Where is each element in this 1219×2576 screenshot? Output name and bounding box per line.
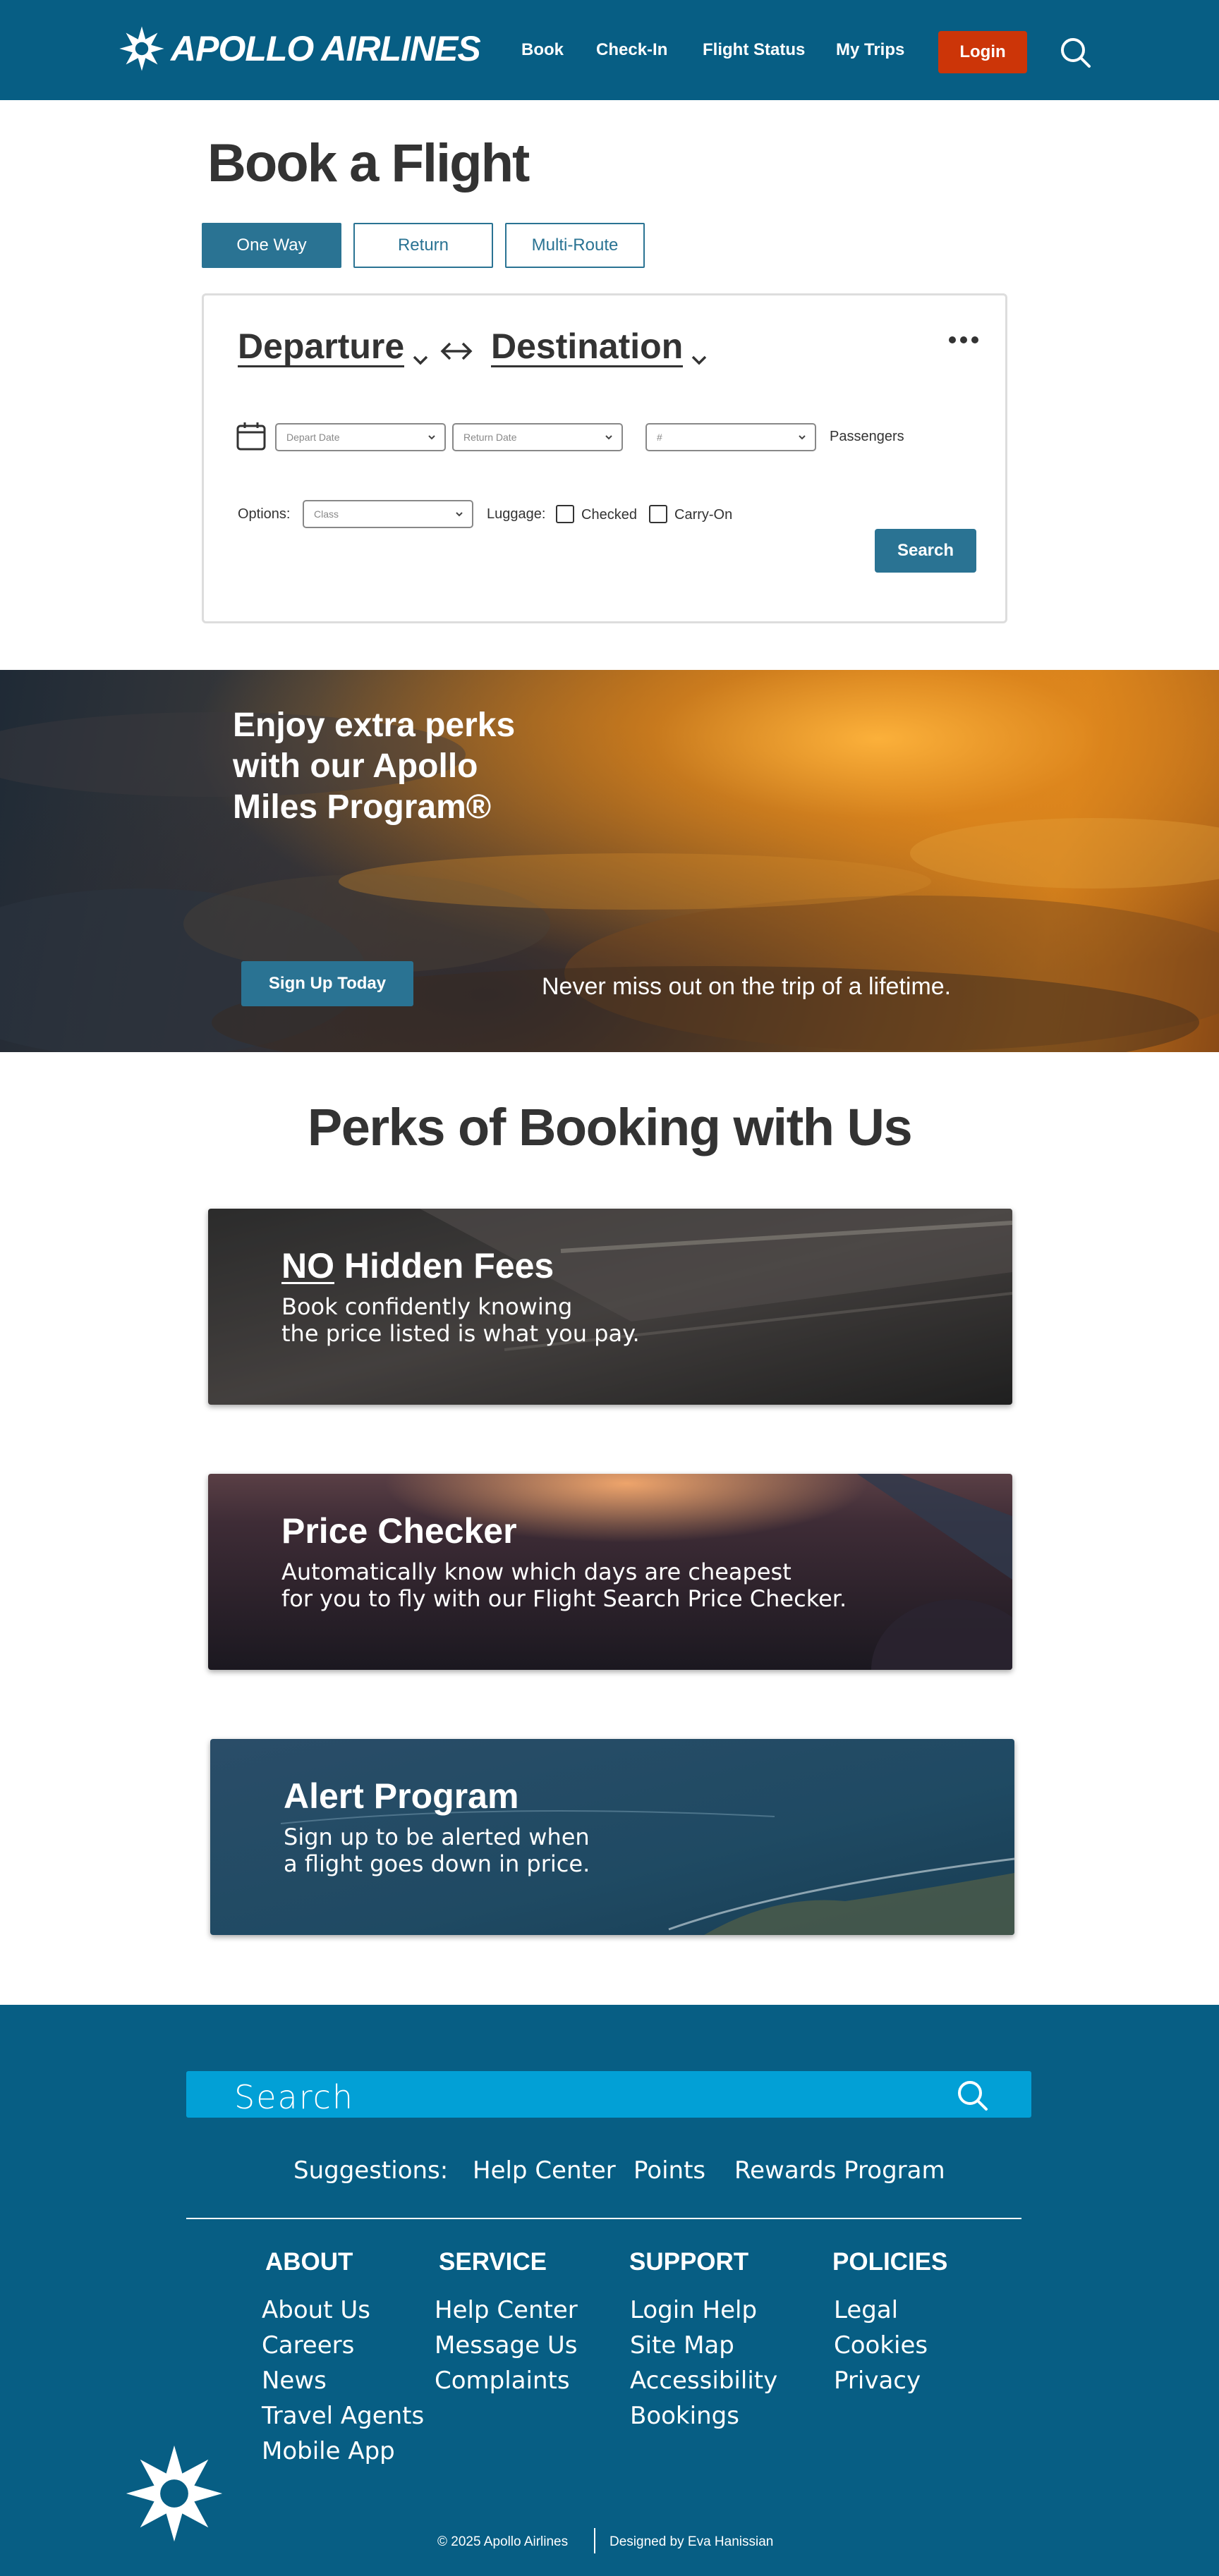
passengers-label: Passengers [830, 429, 904, 444]
copyright-text: © 2025 Apollo Airlines [437, 2534, 569, 2549]
perk-title-emphasis: NO [281, 1246, 334, 1286]
depart-date-select[interactable]: Depart Date [275, 423, 446, 451]
chevron-down-icon [428, 435, 435, 440]
site-header: APOLLO AIRLINES Book Check-In Flight Sta… [0, 0, 1219, 100]
footer-link[interactable]: Complaints [435, 2367, 570, 2395]
destination-select[interactable]: Destination [491, 329, 708, 367]
perk-title: Alert Program [284, 1776, 519, 1816]
brand-name: APOLLO AIRLINES [171, 29, 481, 68]
departure-select[interactable]: Departure [238, 329, 430, 367]
nav-flight-status[interactable]: Flight Status [703, 40, 805, 60]
perk-card-alert-program[interactable]: Alert Program Sign up to be alerted when… [210, 1739, 1014, 1935]
footer-link[interactable]: Mobile App [262, 2437, 395, 2465]
perk-desc-line: the price listed is what you pay. [281, 1320, 640, 1347]
footer-link[interactable]: Privacy [834, 2367, 921, 2395]
miles-program-banner: Enjoy extra perks with our Apollo Miles … [0, 670, 1219, 1052]
perks-section-title: Perks of Booking with Us [307, 1098, 913, 1156]
designer-credit: Designed by Eva Hanissian [610, 2534, 774, 2549]
login-button[interactable]: Login [938, 31, 1027, 73]
footer-col-about-title: ABOUT [265, 2248, 353, 2276]
calendar-icon [236, 422, 266, 451]
nav-book[interactable]: Book [521, 40, 564, 60]
class-placeholder: Class [314, 508, 339, 520]
footer-link[interactable]: About Us [262, 2296, 370, 2324]
sun-star-icon [119, 26, 164, 71]
footer-link[interactable]: Travel Agents [262, 2402, 424, 2430]
class-select[interactable]: Class [303, 500, 473, 528]
nav-check-in[interactable]: Check-In [596, 40, 667, 60]
swap-arrows-icon[interactable] [439, 337, 474, 365]
search-icon[interactable] [1058, 35, 1092, 69]
promo-title: Enjoy extra perks with our Apollo Miles … [233, 707, 516, 826]
footer-col-policies-title: POLICIES [832, 2248, 948, 2276]
footer-link[interactable]: Site Map [630, 2331, 734, 2360]
perk-description: Sign up to be alerted when a flight goes… [284, 1824, 590, 1877]
passengers-placeholder: # [657, 432, 662, 443]
options-label: Options: [238, 506, 291, 522]
footer-credit-divider [594, 2528, 595, 2553]
footer-link[interactable]: Help Center [435, 2296, 578, 2324]
search-flights-button[interactable]: Search [875, 529, 976, 573]
perk-description: Automatically know which days are cheape… [281, 1558, 847, 1612]
checked-luggage-label: Checked [581, 507, 637, 523]
carry-on-checkbox[interactable] [649, 505, 667, 523]
passengers-select[interactable]: # [645, 423, 816, 451]
return-date-select[interactable]: Return Date [452, 423, 623, 451]
footer-link[interactable]: Careers [262, 2331, 354, 2360]
perk-card-hidden-fees[interactable]: NO Hidden Fees Book confidently knowing … [208, 1209, 1012, 1405]
perk-title-text: Hidden Fees [344, 1246, 554, 1286]
footer-link[interactable]: Login Help [630, 2296, 757, 2324]
sign-up-button[interactable]: Sign Up Today [241, 961, 413, 1006]
page-title: Book a Flight [207, 133, 530, 193]
sun-star-icon [126, 2445, 223, 2542]
footer-link[interactable]: Cookies [834, 2331, 928, 2360]
chevron-down-icon [456, 512, 463, 517]
footer-link[interactable]: Legal [834, 2296, 898, 2324]
more-options-icon[interactable] [948, 333, 979, 347]
perk-desc-line: Sign up to be alerted when [284, 1824, 590, 1850]
chevron-down-icon [413, 355, 428, 365]
chevron-down-icon [799, 435, 806, 440]
footer-link[interactable]: Accessibility [630, 2367, 777, 2395]
footer-search-placeholder: Search [234, 2078, 355, 2116]
tab-multi-route[interactable]: Multi-Route [505, 223, 645, 268]
perk-title: Price Checker [281, 1511, 517, 1551]
promo-tagline: Never miss out on the trip of a lifetime… [542, 973, 952, 1000]
footer-col-support-title: SUPPORT [629, 2248, 749, 2276]
footer-search-input[interactable]: Search [186, 2071, 1031, 2118]
search-icon[interactable] [955, 2078, 989, 2112]
site-footer: Search Suggestions: Help Center Points R… [0, 2005, 1219, 2576]
footer-col-service-title: SERVICE [439, 2248, 547, 2276]
carry-on-label: Carry-On [674, 507, 733, 523]
footer-link[interactable]: Message Us [435, 2331, 577, 2360]
suggestion-points[interactable]: Points [633, 2156, 705, 2185]
depart-date-placeholder: Depart Date [286, 432, 340, 443]
suggestion-rewards-program[interactable]: Rewards Program [734, 2156, 945, 2185]
destination-label: Destination [491, 326, 684, 367]
chevron-down-icon [605, 435, 612, 440]
perk-desc-line: a flight goes down in price. [284, 1850, 590, 1877]
perk-description: Book confidently knowing the price liste… [281, 1293, 640, 1347]
luggage-label: Luggage: [487, 506, 546, 522]
perk-desc-line: Book confidently knowing [281, 1293, 573, 1320]
brand-logo[interactable]: APOLLO AIRLINES [119, 25, 481, 72]
tab-return[interactable]: Return [353, 223, 493, 268]
footer-link[interactable]: News [262, 2367, 327, 2395]
return-date-placeholder: Return Date [463, 432, 517, 443]
suggestions-label: Suggestions: [293, 2156, 449, 2185]
checked-luggage-checkbox[interactable] [556, 505, 574, 523]
perk-card-price-checker[interactable]: Price Checker Automatically know which d… [208, 1474, 1012, 1670]
suggestion-help-center[interactable]: Help Center [473, 2156, 616, 2185]
footer-link[interactable]: Bookings [630, 2402, 739, 2430]
chevron-down-icon [692, 355, 707, 365]
nav-my-trips[interactable]: My Trips [836, 40, 904, 60]
footer-divider-line [186, 2218, 1021, 2219]
perk-title: NO Hidden Fees [281, 1245, 554, 1286]
departure-label: Departure [238, 326, 405, 367]
perk-desc-line: for you to fly with our Flight Search Pr… [281, 1585, 847, 1612]
perk-desc-line: Automatically know which days are cheape… [281, 1558, 792, 1585]
tab-one-way[interactable]: One Way [202, 223, 341, 268]
